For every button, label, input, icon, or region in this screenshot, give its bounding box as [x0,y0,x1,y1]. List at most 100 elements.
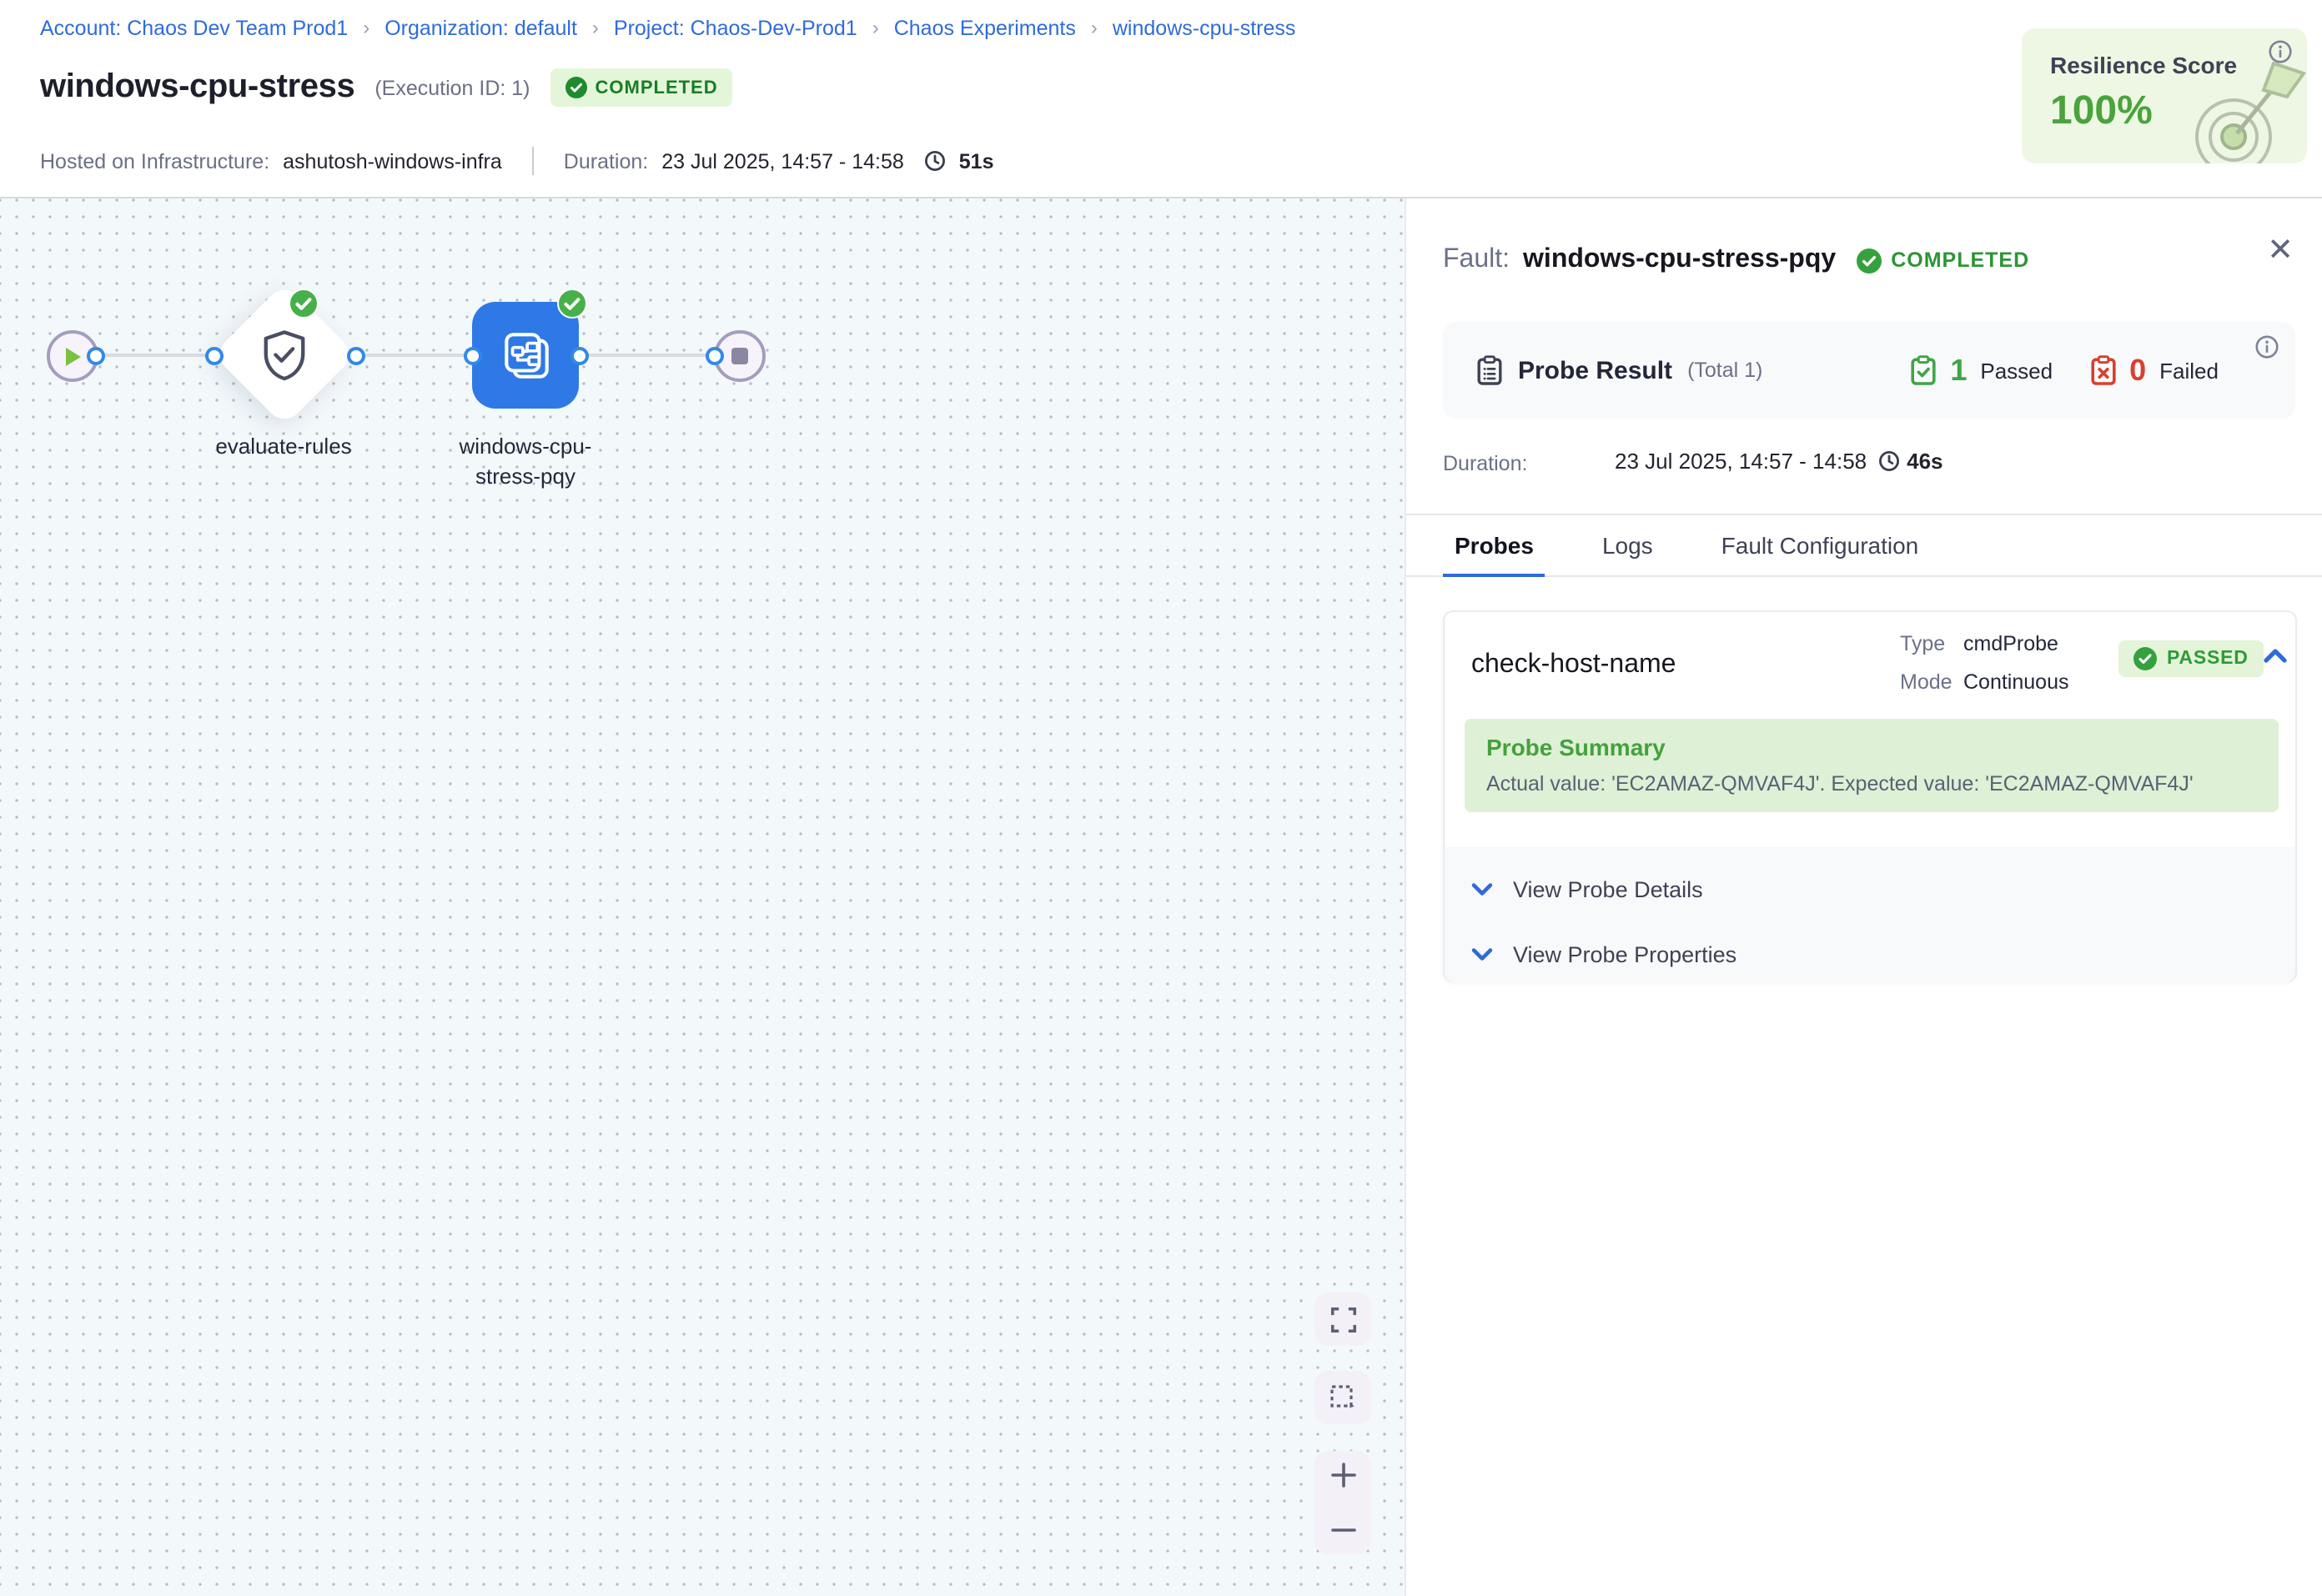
chevron-down-icon [1471,946,1493,961]
zoom-out-button[interactable] [1330,1518,1355,1543]
fullscreen-button[interactable] [1314,1292,1371,1346]
probe-mode-label: Mode [1900,670,1953,694]
tab-probes[interactable]: Probes [1443,515,1545,577]
execution-id: (Execution ID: 1) [374,76,530,99]
clock-icon [924,150,946,172]
resilience-score-value: 100% [2050,88,2153,135]
success-check-badge [557,289,587,319]
status-badge: COMPLETED [550,68,733,107]
page-title: windows-cpu-stress [40,68,354,107]
divider [532,147,534,175]
fault-status-label: COMPLETED [1891,248,2029,272]
passed-label: Passed [1980,358,2053,383]
check-circle-icon [2134,647,2157,670]
success-check-badge [289,289,319,319]
view-probe-properties-label: View Probe Properties [1513,941,1736,966]
check-circle-icon [1856,248,1881,273]
connector-port[interactable] [463,346,481,364]
probe-result-total: (Total 1) [1687,359,1762,382]
probe-status-label: PASSED [2167,649,2249,669]
probe-type-label: Type [1900,632,1945,655]
chevron-up-icon[interactable] [2264,647,2287,664]
resilience-score-label: Resilience Score [2050,52,2237,78]
probe-result-title: Probe Result [1518,356,1672,384]
connector-port[interactable] [705,346,723,364]
panel-duration-label: Duration: [1443,452,1527,475]
page-header: Account: Chaos Dev Team Prod1 › Organiza… [0,0,2322,198]
probe-result-card: Probe Result (Total 1) 1 Passed 0 Failed [1443,322,2295,419]
connector-port[interactable] [346,346,364,364]
status-badge-label: COMPLETED [596,78,718,98]
panel-duration-value: 23 Jul 2025, 14:57 - 14:58 [1615,449,1867,474]
pipeline-canvas[interactable]: evaluate-rules windows-cpu- stress-pqy [0,198,1405,1596]
fault-status-badge: COMPLETED [1856,248,2029,273]
breadcrumb-organization[interactable]: Organization: default [384,17,577,40]
probe-status-badge: PASSED [2118,640,2264,677]
resilience-score-card: Resilience Score 100% [2022,28,2307,163]
edge-fault-to-end [579,354,714,357]
breadcrumb-separator-icon: › [363,16,369,39]
fault-details-panel: Fault: windows-cpu-stress-pqy COMPLETED … [1405,198,2322,1596]
fault-label: Fault: [1443,245,1510,275]
zoom-controls [1314,1451,1371,1554]
breadcrumb-separator-icon: › [1091,16,1098,39]
breadcrumb-separator-icon: › [872,16,879,39]
connector-port[interactable] [570,346,588,364]
tab-logs[interactable]: Logs [1591,515,1665,577]
clipboard-check-icon [1910,355,1937,385]
duration-seconds: 51s [959,149,994,173]
panel-tabs: Probes Logs Fault Configuration [1406,514,2322,577]
chevron-down-icon [1471,881,1493,896]
fault-name: windows-cpu-stress-pqy [1523,245,1836,275]
breadcrumb: Account: Chaos Dev Team Prod1 › Organiza… [40,17,1295,40]
check-circle-icon [565,77,587,98]
tab-fault-configuration[interactable]: Fault Configuration [1710,515,1931,577]
view-probe-properties-toggle[interactable]: View Probe Properties [1445,921,2295,987]
clipboard-x-icon [2089,355,2116,385]
chaos-experiment-page: Account: Chaos Dev Team Prod1 › Organiza… [0,0,2322,1596]
info-icon[interactable] [2255,335,2279,359]
edge-evaluate-to-fault [355,354,472,357]
probe-card-footer: View Probe Details View Probe Properties [1445,847,2295,982]
shield-check-icon [260,329,309,382]
selection-tool-button[interactable] [1314,1371,1371,1424]
play-icon [63,346,82,366]
infra-label: Hosted on Infrastructure: [40,149,269,173]
probe-mode-value: Continuous [1963,670,2069,694]
connector-port[interactable] [204,346,223,364]
fault-experiment-icon [496,326,555,384]
infra-value: ashutosh-windows-infra [283,149,502,173]
duration-label: Duration: [564,149,648,173]
fault-node-label-line2: stress-pqy [475,464,575,489]
zoom-in-button[interactable] [1330,1463,1355,1488]
probe-card: check-host-name Type cmdProbe Mode Conti… [1443,610,2297,982]
clipboard-icon [1476,355,1503,385]
view-probe-details-label: View Probe Details [1513,876,1703,901]
fault-node-label-line1: windows-cpu- [460,434,592,459]
duration-value: 23 Jul 2025, 14:57 - 14:58 [661,149,904,173]
probe-summary-text: Actual value: 'EC2AMAZ-QMVAF4J'. Expecte… [1486,772,2194,795]
failed-label: Failed [2159,358,2219,383]
fault-node-label: windows-cpu- stress-pqy [409,432,642,492]
breadcrumb-project[interactable]: Project: Chaos-Dev-Prod1 [614,17,857,40]
probe-type-value: cmdProbe [1963,632,2058,655]
probe-summary-box: Probe Summary Actual value: 'EC2AMAZ-QMV… [1465,719,2279,812]
view-probe-details-toggle[interactable]: View Probe Details [1445,856,2295,922]
stop-icon [731,347,749,365]
info-icon[interactable] [2269,40,2292,63]
breadcrumb-separator-icon: › [592,16,599,39]
edge-start-to-evaluate [95,354,214,357]
breadcrumb-chaos-experiments[interactable]: Chaos Experiments [894,17,1076,40]
probe-summary-title: Probe Summary [1486,734,1666,760]
marquee-selection-icon [1329,1384,1356,1411]
panel-duration-seconds: 46s [1907,449,1943,474]
failed-count: 0 [2129,353,2146,388]
connector-port[interactable] [86,346,104,364]
close-panel-button[interactable]: ✕ [2267,235,2294,267]
clock-icon [1878,450,1900,472]
breadcrumb-current: windows-cpu-stress [1113,17,1296,40]
passed-count: 1 [1950,353,1967,388]
fullscreen-icon [1330,1307,1355,1332]
breadcrumb-account[interactable]: Account: Chaos Dev Team Prod1 [40,17,348,40]
evaluate-rules-label: evaluate-rules [167,432,400,462]
